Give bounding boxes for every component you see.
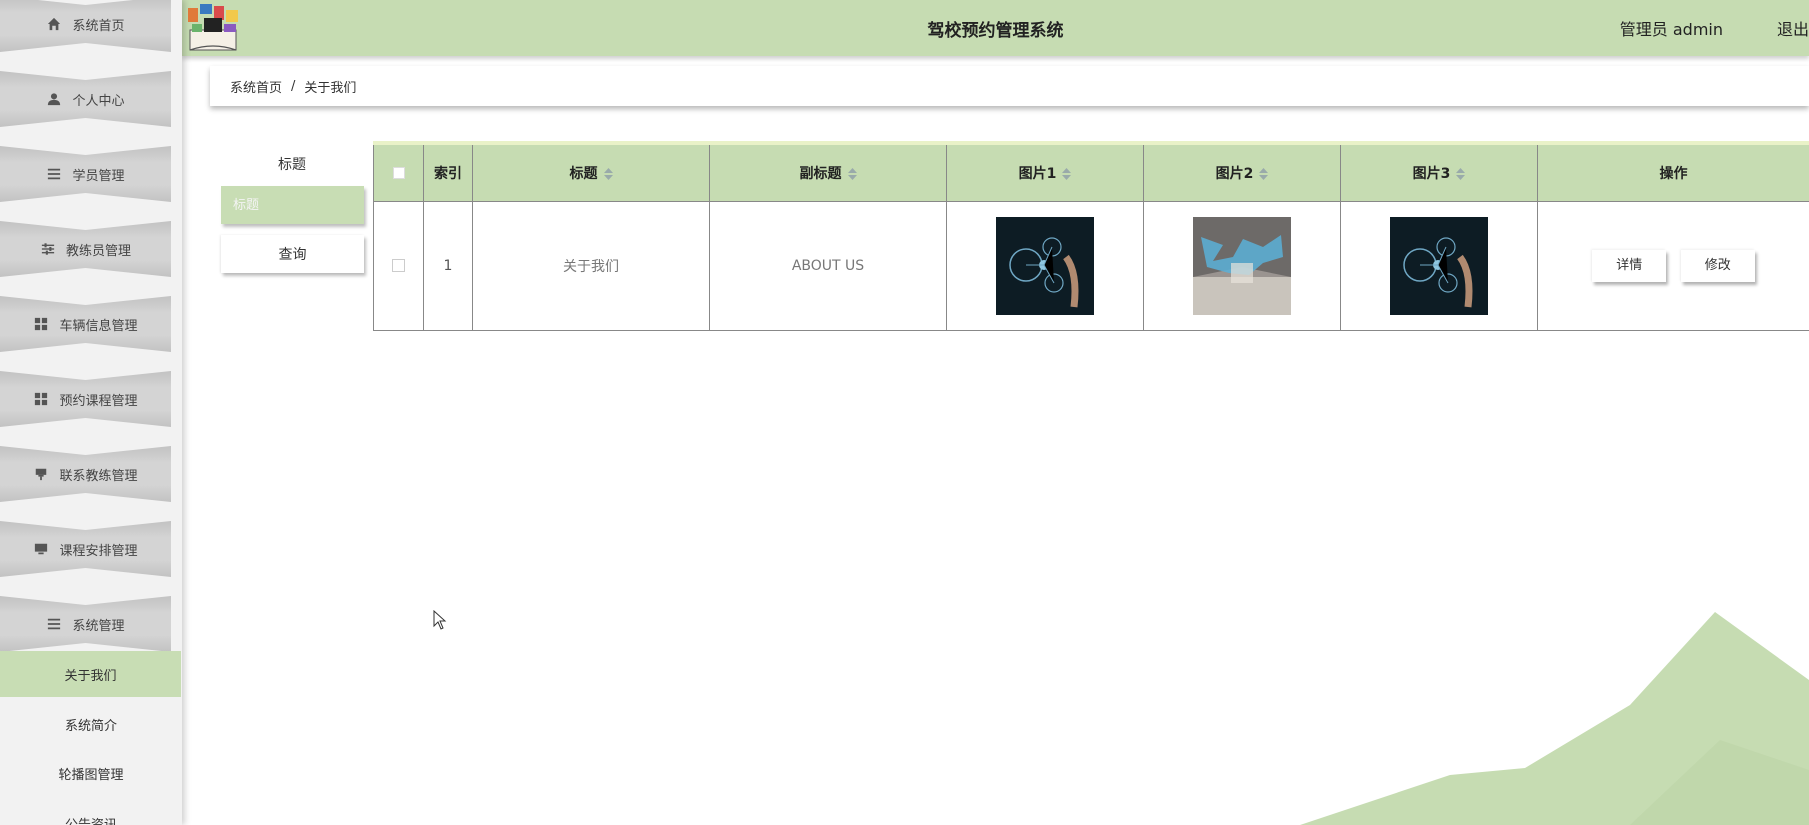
row-index: 1 bbox=[423, 200, 473, 331]
sidebar-item-home[interactable]: 系统首页 bbox=[0, 0, 171, 52]
logout-link[interactable]: 退出 bbox=[1777, 16, 1809, 40]
column-header-image3[interactable]: 图片3 bbox=[1340, 142, 1538, 202]
home-icon bbox=[46, 16, 62, 32]
row-title: 关于我们 bbox=[472, 200, 710, 331]
query-button[interactable]: 查询 bbox=[221, 235, 364, 273]
mouse-cursor-icon bbox=[433, 610, 447, 630]
edit-button[interactable]: 修改 bbox=[1680, 249, 1755, 282]
row-image1-cell bbox=[946, 200, 1144, 331]
select-all-header[interactable] bbox=[373, 142, 424, 202]
sidebar-item-vehicles[interactable]: 车辆信息管理 bbox=[0, 296, 171, 352]
breadcrumb-current: 关于我们 bbox=[304, 80, 357, 96]
sidebar-item-schedule[interactable]: 课程安排管理 bbox=[0, 521, 171, 577]
table-header-row: 索引 标题 副标题 图片1 图片2 图片3 操作 bbox=[373, 142, 1809, 202]
sidebar-item-label: 系统首页 bbox=[72, 18, 125, 34]
logo-image bbox=[188, 4, 238, 51]
decorative-mountain-shape bbox=[1300, 612, 1809, 825]
breadcrumb: 系统首页 / 关于我们 bbox=[210, 66, 1809, 106]
sidebar-item-system[interactable]: 系统管理 bbox=[0, 596, 171, 652]
row-subtitle: ABOUT US bbox=[709, 200, 947, 331]
row-image3-cell bbox=[1340, 200, 1538, 331]
sidebar-item-profile[interactable]: 个人中心 bbox=[0, 71, 171, 127]
sort-icon[interactable] bbox=[1062, 167, 1072, 180]
sort-icon[interactable] bbox=[847, 167, 857, 180]
sidebar-item-contact-coach[interactable]: 联系教练管理 bbox=[0, 446, 171, 502]
row-image2-cell bbox=[1143, 200, 1341, 331]
column-header-label: 副标题 bbox=[799, 165, 842, 182]
sidebar-item-label: 学员管理 bbox=[72, 168, 125, 184]
detail-button[interactable]: 详情 bbox=[1592, 249, 1667, 282]
column-header-label: 图片1 bbox=[1018, 165, 1057, 182]
sidebar-item-bookings[interactable]: 预约课程管理 bbox=[0, 371, 171, 427]
list-icon bbox=[46, 616, 62, 632]
column-header-subtitle[interactable]: 副标题 bbox=[709, 142, 947, 202]
select-all-checkbox[interactable] bbox=[392, 166, 405, 179]
user-icon bbox=[46, 91, 62, 107]
row-image3[interactable] bbox=[1390, 216, 1488, 315]
column-header-index: 索引 bbox=[423, 142, 473, 202]
sidebar-item-label: 课程安排管理 bbox=[59, 543, 138, 559]
column-header-label: 标题 bbox=[569, 165, 598, 182]
column-header-image2[interactable]: 图片2 bbox=[1143, 142, 1341, 202]
table-row: 1 关于我们 ABOUT US 详情 修改 bbox=[373, 200, 1809, 331]
sidebar-item-label: 系统管理 bbox=[72, 618, 125, 634]
list-icon bbox=[46, 166, 62, 182]
row-checkbox[interactable] bbox=[392, 259, 405, 272]
app-root: 驾校预约管理系统 管理员 admin 退出 系统首页 个人中心 学员管理 教练员 bbox=[0, 0, 1809, 825]
breadcrumb-home-link[interactable]: 系统首页 bbox=[230, 77, 282, 96]
top-header: 驾校预约管理系统 管理员 admin 退出 bbox=[182, 0, 1809, 56]
flag-icon bbox=[33, 466, 49, 482]
sidebar-item-label: 个人中心 bbox=[72, 93, 125, 109]
sidebar-subitem-carousel[interactable]: 轮播图管理 bbox=[0, 750, 182, 796]
grid-icon bbox=[33, 316, 49, 332]
sliders-icon bbox=[40, 241, 56, 257]
sidebar-item-label: 教练员管理 bbox=[65, 243, 131, 259]
column-header-label: 图片3 bbox=[1412, 165, 1451, 182]
sort-icon[interactable] bbox=[1259, 167, 1269, 180]
row-select-cell[interactable] bbox=[373, 200, 424, 331]
breadcrumb-separator: / bbox=[291, 78, 296, 94]
monitor-icon bbox=[33, 541, 49, 557]
sort-icon[interactable] bbox=[603, 167, 613, 180]
column-header-image1[interactable]: 图片1 bbox=[946, 142, 1144, 202]
sidebar-item-label: 车辆信息管理 bbox=[59, 318, 138, 334]
sidebar-subitem-about[interactable]: 关于我们 bbox=[0, 651, 181, 697]
sort-icon[interactable] bbox=[1456, 167, 1466, 180]
system-title: 驾校预约管理系统 bbox=[927, 21, 1064, 41]
sidebar-item-label: 联系教练管理 bbox=[59, 468, 138, 484]
user-info: 管理员 admin bbox=[1619, 20, 1723, 39]
column-header-actions: 操作 bbox=[1537, 142, 1809, 202]
sidebar: 系统首页 个人中心 学员管理 教练员管理 车辆信息管理 预约课程管理 联系教练管… bbox=[0, 0, 182, 825]
sidebar-item-label: 预约课程管理 bbox=[59, 393, 138, 409]
search-title-input[interactable] bbox=[221, 186, 364, 224]
row-image1[interactable] bbox=[996, 216, 1094, 315]
sidebar-item-coaches[interactable]: 教练员管理 bbox=[0, 221, 171, 277]
column-header-label: 图片2 bbox=[1215, 165, 1254, 182]
sidebar-subitem-news[interactable]: 公告资讯 bbox=[0, 800, 182, 825]
grid-icon bbox=[33, 391, 49, 407]
row-image2[interactable] bbox=[1193, 216, 1291, 315]
data-table: 索引 标题 副标题 图片1 图片2 图片3 操作 1 关于我们 ABOUT US bbox=[373, 141, 1809, 331]
column-header-title[interactable]: 标题 bbox=[472, 142, 710, 202]
sidebar-subitem-intro[interactable]: 系统简介 bbox=[0, 701, 182, 747]
sidebar-item-students[interactable]: 学员管理 bbox=[0, 146, 171, 202]
search-title-label: 标题 bbox=[278, 157, 306, 173]
row-actions: 详情 修改 bbox=[1537, 200, 1809, 331]
